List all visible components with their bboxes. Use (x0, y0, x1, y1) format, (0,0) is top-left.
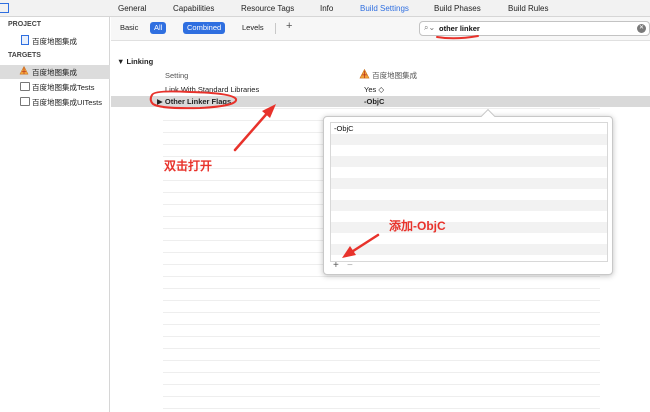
tab-build-rules[interactable]: Build Rules (508, 4, 548, 13)
section-linking[interactable]: ▼ Linking (117, 57, 153, 66)
linker-flag-value[interactable]: -ObjC (334, 124, 354, 133)
tab-capabilities[interactable]: Capabilities (173, 4, 214, 13)
column-header-target: 百度地图集成 (359, 68, 418, 81)
list-item (331, 255, 607, 261)
setting-name-other-linker-flags: ▶ Other Linker Flags (157, 97, 232, 106)
setting-value-other-linker-flags[interactable]: -ObjC (364, 97, 384, 106)
list-item (331, 178, 607, 189)
filter-all-button[interactable]: All (150, 22, 167, 34)
add-flag-button[interactable]: + (333, 260, 339, 271)
sidebar-item-target-tests[interactable]: 百度地图集成Tests (0, 80, 110, 94)
sidebar-toggle-icon[interactable] (0, 3, 9, 13)
editor-tab-bar: General Capabilities Resource Tags Info … (0, 0, 650, 17)
setting-row-other-linker-flags[interactable]: ▶ Other Linker Flags -ObjC (111, 96, 650, 107)
settings-filter-bar: Basic All Combined Levels + ⌕⌄ ✕ (111, 17, 650, 41)
list-item (331, 211, 607, 222)
tab-general[interactable]: General (118, 4, 146, 13)
sidebar-item-label: 百度地图集成Tests (32, 83, 95, 92)
settings-search-field[interactable]: ⌕⌄ ✕ (419, 21, 650, 36)
list-item (331, 244, 607, 255)
filter-basic-button[interactable]: Basic (120, 22, 138, 34)
section-title: Linking (126, 57, 154, 66)
sidebar-item-label: 百度地图集成UITests (32, 98, 103, 107)
tab-info[interactable]: Info (320, 4, 333, 13)
tab-build-phases[interactable]: Build Phases (434, 4, 481, 13)
list-item (331, 134, 607, 145)
project-navigator-sidebar: PROJECT 百度地图集成 TARGETS 百度地图集成 百度地图集成Test… (0, 17, 110, 412)
list-item (331, 156, 607, 167)
list-item (331, 200, 607, 211)
sidebar-item-project[interactable]: 百度地图集成 (0, 34, 110, 48)
test-bundle-icon (20, 82, 30, 91)
list-item[interactable]: -ObjC (331, 123, 607, 134)
targets-section-header: TARGETS (8, 52, 41, 59)
tab-resource-tags[interactable]: Resource Tags (241, 4, 294, 13)
clear-search-icon[interactable]: ✕ (637, 24, 646, 33)
remove-flag-button[interactable]: − (347, 260, 353, 271)
sidebar-item-target-app[interactable]: 百度地图集成 (0, 65, 110, 79)
setting-name-link-std-libs: Link With Standard Libraries (165, 85, 260, 94)
add-setting-button[interactable]: + (286, 20, 292, 32)
search-icon: ⌕⌄ (424, 23, 436, 32)
list-item (331, 233, 607, 244)
app-target-icon (19, 66, 29, 75)
annotation-add-objc: 添加-ObjC (389, 219, 446, 233)
app-target-icon (359, 68, 370, 79)
linker-flags-list[interactable]: -ObjC (330, 122, 608, 262)
setting-name-label: Other Linker Flags (164, 97, 232, 106)
filter-combined-button[interactable]: Combined (183, 22, 226, 34)
project-file-icon (21, 35, 29, 45)
sidebar-item-target-uitests[interactable]: 百度地图集成UITests (0, 95, 110, 109)
test-bundle-icon (20, 97, 30, 106)
list-item (331, 189, 607, 200)
linker-flags-popover: -ObjC + − (323, 108, 613, 275)
filter-levels-button[interactable]: Levels (242, 22, 264, 34)
sidebar-item-label: 百度地图集成 (32, 68, 77, 77)
tab-build-settings[interactable]: Build Settings (360, 4, 409, 13)
project-section-header: PROJECT (8, 21, 42, 28)
target-column-label: 百度地图集成 (372, 71, 418, 80)
search-input[interactable] (439, 23, 619, 34)
setting-value-link-std-libs[interactable]: Yes ◇ (364, 85, 384, 94)
sidebar-item-label: 百度地图集成 (32, 37, 77, 46)
list-item (331, 145, 607, 156)
annotation-double-click: 双击打开 (164, 159, 213, 173)
list-item (331, 222, 607, 233)
filter-divider (275, 23, 276, 34)
column-header-setting: Setting (165, 71, 189, 80)
list-item (331, 167, 607, 178)
